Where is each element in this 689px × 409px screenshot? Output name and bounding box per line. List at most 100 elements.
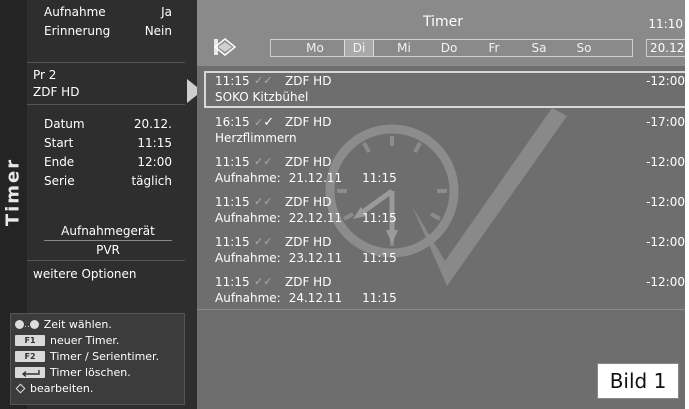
timer-detail-panel: Timer Aufnahme Ja Erinnerung Nein Pr 2 Z…: [0, 0, 197, 409]
detail-row-end[interactable]: Ende 12:00: [44, 155, 172, 169]
entry-status-icon: ✓✓: [254, 235, 273, 248]
detail-row-date[interactable]: Datum 20.12.: [44, 117, 172, 131]
rec-time: 11:15: [362, 211, 397, 225]
entry-end: -12:00: [646, 74, 685, 88]
key-help-box: .. Zeit wählen. F1 neuer Timer. F2 Timer…: [10, 313, 185, 405]
help-row-edit: bearbeiten.: [15, 382, 93, 395]
help-row-select-time: .. Zeit wählen.: [15, 318, 112, 331]
separator: [27, 62, 185, 63]
help-row-delete: Timer löschen.: [15, 366, 131, 379]
dot-icon: [29, 320, 39, 329]
detail-label: Datum: [44, 117, 85, 131]
rec-label: Aufnahme:: [215, 291, 281, 305]
more-options-item[interactable]: weitere Optionen: [33, 267, 137, 281]
timer-entry[interactable]: 11:15 ✓✓ ZDF HD -12:00 Aufnahme: 23.12.11…: [197, 232, 689, 269]
setting-row-recording[interactable]: Aufnahme Ja: [44, 5, 172, 19]
entry-end: -17:00: [646, 115, 685, 129]
rec-date: 23.12.11: [288, 251, 343, 265]
diamond-icon: [15, 383, 26, 394]
weekday-fr[interactable]: Fr: [479, 40, 509, 56]
entry-start: 16:15: [215, 115, 250, 129]
entry-channel: ZDF HD: [285, 235, 332, 249]
entry-status-icon: ✓✓: [254, 74, 273, 87]
weekday-di[interactable]: Di: [344, 40, 374, 56]
weekday-mi[interactable]: Mi: [389, 40, 419, 56]
clock-time: 11:10: [648, 17, 683, 31]
entry-channel: ZDF HD: [285, 275, 332, 289]
program-channel: ZDF HD: [33, 85, 80, 99]
entry-title: SOKO Kitzbühel: [215, 90, 309, 104]
rec-time: 11:15: [362, 171, 397, 185]
detail-label: Start: [44, 136, 74, 150]
back-key-icon: [15, 367, 45, 378]
rec-date: 21.12.11: [288, 171, 343, 185]
rec-label: Aufnahme:: [215, 211, 281, 225]
detail-label: Ende: [44, 155, 75, 169]
timer-header: Timer 11:10 Mo Di Mi Do Fr Sa So 20.12.: [197, 0, 689, 66]
program-number: Pr 2: [33, 68, 57, 82]
detail-row-series[interactable]: Serie täglich: [44, 174, 172, 188]
help-text: Timer löschen.: [50, 366, 131, 379]
entry-end: -12:00: [646, 235, 685, 249]
entry-checked-icon: ✓✓: [254, 115, 275, 130]
help-text: bearbeiten.: [30, 382, 94, 395]
setting-value: Nein: [144, 24, 172, 38]
entry-start: 11:15: [215, 275, 250, 289]
help-text: Timer / Serientimer.: [50, 350, 160, 363]
timer-entry[interactable]: 16:15 ✓✓ ZDF HD -17:00 Herzflimmern: [197, 112, 689, 149]
separator: [27, 260, 185, 261]
f2-key-icon: F2: [15, 351, 45, 362]
help-text: neuer Timer.: [50, 334, 120, 347]
recorder-value[interactable]: PVR: [44, 243, 172, 257]
header-date: 20.12.: [646, 39, 688, 57]
timer-entry[interactable]: 11:15 ✓✓ ZDF HD -12:00 Aufnahme: 21.12.11…: [197, 152, 689, 189]
entry-end: -12:00: [646, 195, 685, 209]
setting-value: Ja: [161, 5, 172, 19]
entry-recording-info: Aufnahme: 22.12.11 11:15: [215, 211, 397, 225]
detail-label: Serie: [44, 174, 75, 188]
entry-recording-info: Aufnahme: 21.12.11 11:15: [215, 171, 397, 185]
detail-value: 12:00: [137, 155, 172, 169]
entry-status-icon: ✓✓: [254, 195, 273, 208]
timer-entry-selected[interactable]: 11:15 ✓✓ ZDF HD -12:00 SOKO Kitzbühel: [204, 71, 689, 108]
recorder-label: Aufnahmegerät: [61, 224, 155, 238]
weekday-so[interactable]: So: [569, 40, 599, 56]
help-row-series-timer: F2 Timer / Serientimer.: [15, 350, 159, 363]
weekday-sa[interactable]: Sa: [524, 40, 554, 56]
help-text: Zeit wählen.: [43, 318, 112, 331]
setting-row-reminder[interactable]: Erinnerung Nein: [44, 24, 172, 38]
navigate-diamond-icon: [214, 38, 236, 56]
weekday-selector[interactable]: Mo Di Mi Do Fr Sa So: [270, 39, 633, 57]
rec-date: 24.12.11: [288, 291, 343, 305]
timer-list: 11:15 ✓✓ ZDF HD -12:00 SOKO Kitzbühel 16…: [197, 66, 689, 409]
entry-recording-info: Aufnahme: 23.12.11 11:15: [215, 251, 397, 265]
timer-entry[interactable]: 11:15 ✓✓ ZDF HD -12:00 Aufnahme: 22.12.11…: [197, 192, 689, 229]
page-title: Timer: [422, 14, 464, 30]
entry-channel: ZDF HD: [285, 74, 332, 88]
entry-start: 11:15: [215, 74, 250, 88]
side-tab-label: Timer: [2, 157, 24, 227]
separator: [44, 240, 172, 241]
rec-label: Aufnahme:: [215, 251, 281, 265]
weekday-do[interactable]: Do: [434, 40, 464, 56]
separator: [27, 104, 185, 105]
rec-label: Aufnahme:: [215, 171, 281, 185]
number-keys-icon: ..: [15, 320, 39, 330]
entry-start: 11:15: [215, 235, 250, 249]
entry-recording-info: Aufnahme: 24.12.11 11:15: [215, 291, 397, 305]
rec-time: 11:15: [362, 251, 397, 265]
f1-key-icon: F1: [15, 335, 45, 346]
timer-entry[interactable]: 11:15 ✓✓ ZDF HD -12:00 Aufnahme: 24.12.11…: [197, 272, 689, 309]
figure-label: Bild 1: [597, 363, 679, 399]
detail-row-start[interactable]: Start 11:15: [44, 136, 172, 150]
entry-start: 11:15: [215, 195, 250, 209]
setting-label: Aufnahme: [44, 5, 106, 19]
entry-channel: ZDF HD: [285, 155, 332, 169]
rec-time: 11:15: [362, 291, 397, 305]
rec-date: 22.12.11: [288, 211, 343, 225]
weekday-mo[interactable]: Mo: [300, 40, 330, 56]
entry-channel: ZDF HD: [285, 195, 332, 209]
entry-status-icon: ✓✓: [254, 155, 273, 168]
entry-end: -12:00: [646, 155, 685, 169]
entry-title: Herzflimmern: [215, 131, 297, 145]
